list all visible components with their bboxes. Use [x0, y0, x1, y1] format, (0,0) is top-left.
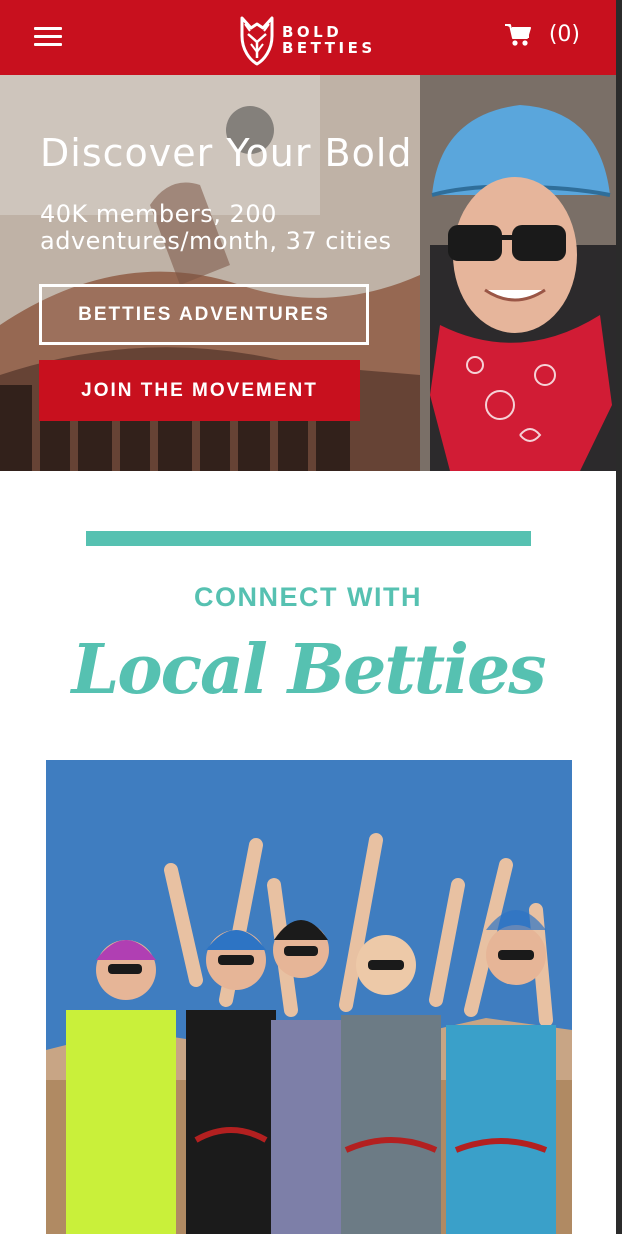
bold-betties-logo[interactable]: BOLD BETTIES [238, 14, 376, 66]
logo-text-line1: BOLD [282, 23, 343, 41]
section-divider-bar [86, 531, 531, 546]
local-betties-group-photo [46, 760, 572, 1234]
window-edge [616, 0, 622, 1234]
fox-logo-icon [240, 16, 274, 66]
cart-count: (0) [548, 22, 580, 47]
hero-title: Discover Your Bold [40, 131, 413, 175]
connect-heading: CONNECT WITH [194, 582, 422, 612]
hero-banner: Discover Your Bold 40K members, 200 adve… [0, 75, 616, 471]
hero-subtitle: 40K members, 200 adventures/month, 37 ci… [40, 200, 392, 255]
cart-button[interactable]: (0) [504, 22, 580, 47]
group-photo-image [46, 760, 572, 1234]
hamburger-menu-icon[interactable] [34, 27, 62, 47]
top-navigation-bar: BOLD BETTIES (0) [0, 0, 616, 75]
betties-adventures-button[interactable]: BETTIES ADVENTURES [39, 284, 369, 345]
local-betties-script-title: Local Betties [71, 630, 546, 710]
logo-text-line2: BETTIES [282, 39, 376, 57]
join-the-movement-button[interactable]: JOIN THE MOVEMENT [39, 360, 360, 421]
shopping-cart-icon [504, 23, 531, 46]
